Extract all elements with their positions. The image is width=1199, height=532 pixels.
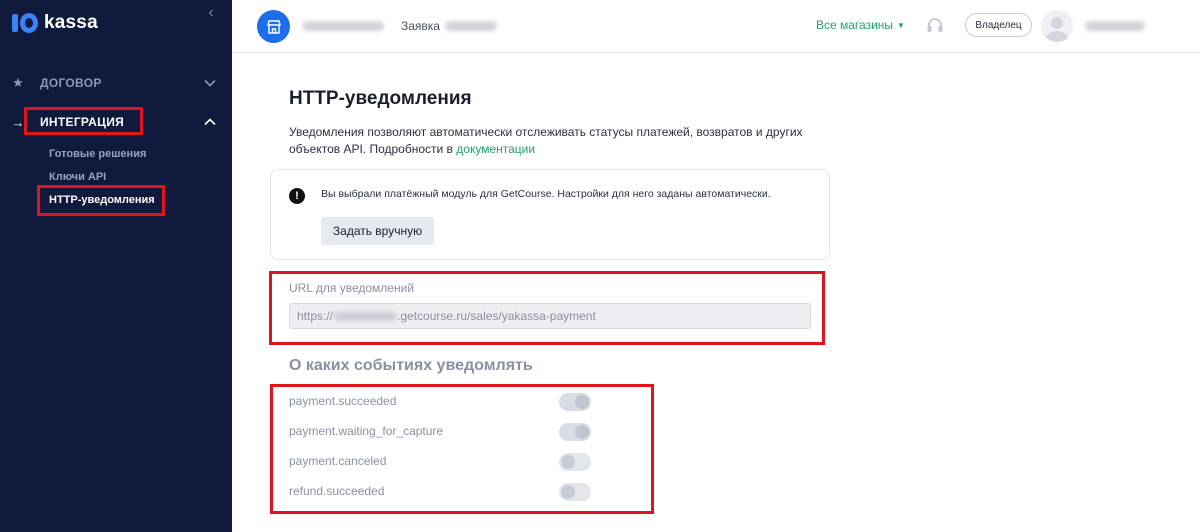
highlight-integration [24,107,143,135]
highlight-events [270,384,654,514]
collapse-sidebar-icon[interactable]: ‹ [202,5,220,23]
exclamation-icon: ! [289,188,305,204]
arrow-right-icon: → [11,114,25,130]
role-badge[interactable]: Владелец [965,13,1032,37]
sidebar-item-contract[interactable]: ★ ДОГОВОР [0,71,232,95]
caret-down-icon: ▼ [897,21,905,30]
request-label: Заявка [401,19,440,33]
notice-card: ! Вы выбрали платёжный модуль для GetCou… [270,169,830,260]
chevron-up-icon [204,118,216,126]
set-manually-button[interactable]: Задать вручную [321,217,434,245]
intro-text: Уведомления позволяют автоматически отсл… [289,124,829,158]
highlight-http-notifications [37,185,165,216]
sidebar-subitem-api-keys[interactable]: Ключи API [49,171,106,183]
logo[interactable]: kassa [12,12,98,34]
events-title: О каких событиях уведомлять [289,357,533,374]
sidebar-item-label: ДОГОВОР [40,76,102,90]
stores-dropdown-label: Все магазины [816,18,894,32]
shop-avatar[interactable] [257,10,290,43]
intro-body: Уведомления позволяют автоматически отсл… [289,125,803,156]
chevron-down-icon [204,79,216,87]
sidebar-subitem-ready-solutions[interactable]: Готовые решения [49,148,146,160]
request-number-redacted [445,21,497,31]
documentation-link[interactable]: документации [456,142,535,156]
star-icon: ★ [12,75,24,90]
store-icon [266,19,281,34]
main-content: HTTP-уведомления Уведомления позволяют а… [232,54,1199,532]
logo-mark-icon [12,12,38,34]
notice-text: Вы выбрали платёжный модуль для GetCours… [321,188,771,200]
top-header: Заявка Все магазины ▼ Владелец [232,0,1199,53]
highlight-url-field [269,271,825,345]
headset-icon[interactable] [925,16,945,36]
shop-name-redacted [302,21,384,31]
avatar[interactable] [1041,10,1073,42]
user-name-redacted [1085,21,1145,31]
sidebar: kassa ‹ ★ ДОГОВОР → ИНТЕГРАЦИЯ Готовые р… [0,0,232,532]
logo-text: kassa [44,12,98,33]
stores-dropdown[interactable]: Все магазины ▼ [816,18,905,32]
page-title: HTTP-уведомления [289,88,472,109]
user-icon [1045,17,1069,42]
